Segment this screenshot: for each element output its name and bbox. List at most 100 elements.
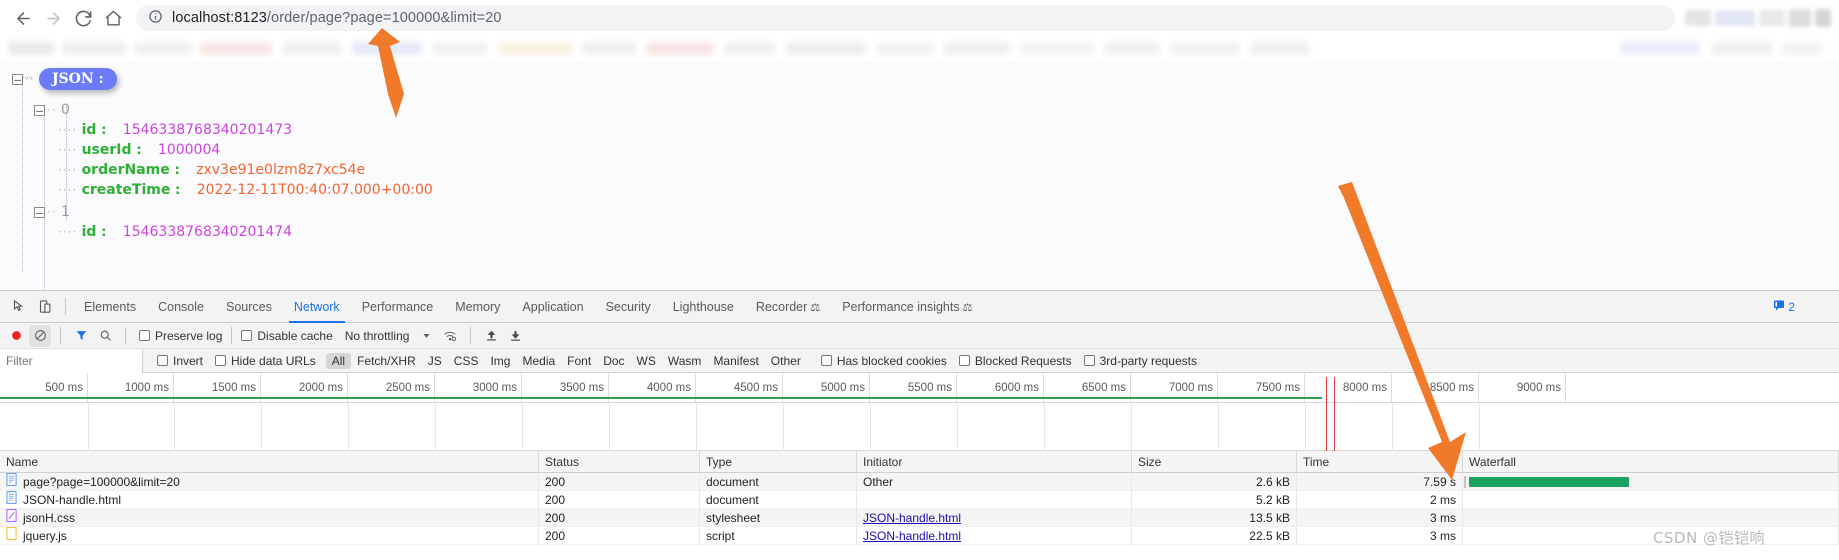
filter-type-media[interactable]: Media	[516, 353, 561, 369]
tab-recorder[interactable]: Recorder ⚖	[745, 291, 831, 323]
cell-name[interactable]: page?page=100000&limit=20	[0, 472, 539, 491]
bookmark-item[interactable]	[786, 42, 866, 55]
bookmark-item[interactable]	[944, 42, 1010, 55]
bookmark-item[interactable]	[352, 42, 422, 55]
bookmark-item[interactable]	[1020, 42, 1094, 55]
bookmark-item[interactable]	[646, 42, 714, 55]
collapse-toggle-root[interactable]: –	[12, 73, 23, 85]
reload-button[interactable]	[68, 3, 98, 33]
tab-performance-insights[interactable]: Performance insights ⚖	[831, 291, 983, 323]
tab-network[interactable]: Network	[283, 291, 351, 323]
address-bar-url: localhost:8123/order/page?page=100000&li…	[172, 10, 502, 26]
bookmark-item[interactable]	[1170, 42, 1240, 55]
table-row[interactable]: jsonH.css 200 stylesheet JSON-handle.htm…	[0, 508, 1839, 527]
column-header-time[interactable]: Time	[1297, 450, 1463, 473]
filter-type-js[interactable]: JS	[422, 353, 448, 369]
export-har-icon[interactable]	[504, 325, 526, 347]
chevron-down-icon[interactable]	[415, 325, 437, 347]
bookmark-item[interactable]	[200, 42, 272, 55]
tab-performance[interactable]: Performance	[351, 291, 445, 323]
network-overview-ruler[interactable]: 500 ms 1000 ms 1500 ms 2000 ms 2500 ms 3…	[0, 373, 1839, 403]
site-info-icon[interactable]	[148, 9, 163, 28]
initiator-link[interactable]: JSON-handle.html	[863, 529, 961, 543]
message-count-badge[interactable]: 2	[1773, 299, 1795, 314]
bookmark-item[interactable]	[1250, 42, 1310, 55]
filter-type-font[interactable]: Font	[561, 353, 597, 369]
blocked-requests-checkbox[interactable]: Blocked Requests	[958, 354, 1072, 368]
bookmark-item[interactable]	[724, 42, 776, 55]
tab-lighthouse[interactable]: Lighthouse	[662, 291, 745, 323]
wifi-settings-icon[interactable]	[439, 325, 461, 347]
collapse-toggle-0[interactable]: –	[34, 104, 45, 116]
tab-elements[interactable]: Elements	[73, 291, 147, 323]
table-row[interactable]: jquery.js 200 script JSON-handle.html 22…	[0, 526, 1839, 545]
tab-sources[interactable]: Sources	[215, 291, 283, 323]
column-header-initiator[interactable]: Initiator	[857, 450, 1132, 473]
invert-checkbox[interactable]: Invert	[157, 354, 203, 368]
filter-type-fetch-xhr[interactable]: Fetch/XHR	[351, 353, 422, 369]
bookmark-item[interactable]	[582, 42, 636, 55]
record-stop-icon[interactable]	[5, 325, 27, 347]
blurred-extension-icon[interactable]	[1759, 10, 1785, 26]
column-header-size[interactable]: Size	[1132, 450, 1297, 473]
filter-type-wasm[interactable]: Wasm	[662, 353, 708, 369]
device-toolbar-icon[interactable]	[32, 294, 58, 320]
cell-name[interactable]: JSON-handle.html	[0, 490, 539, 509]
bookmark-item[interactable]	[134, 42, 192, 55]
bookmark-item[interactable]	[1712, 42, 1772, 55]
tab-application[interactable]: Application	[511, 291, 594, 323]
column-header-type[interactable]: Type	[700, 450, 857, 473]
filter-type-css[interactable]: CSS	[448, 353, 485, 369]
blurred-avatar[interactable]	[1789, 9, 1811, 27]
hide-data-urls-checkbox[interactable]: Hide data URLs	[215, 354, 316, 368]
filter-type-doc[interactable]: Doc	[597, 353, 630, 369]
column-header-name[interactable]: Name	[0, 450, 539, 473]
filter-input[interactable]	[0, 348, 143, 373]
filter-funnel-icon[interactable]	[70, 325, 92, 347]
bookmark-item[interactable]	[62, 42, 126, 55]
cell-name[interactable]: jsonH.css	[0, 508, 539, 527]
import-har-icon[interactable]	[480, 325, 502, 347]
inspect-element-icon[interactable]	[6, 294, 32, 320]
column-header-status[interactable]: Status	[539, 450, 700, 473]
chrome-menu-button[interactable]	[1815, 9, 1831, 27]
tab-memory[interactable]: Memory	[444, 291, 511, 323]
collapse-toggle-1[interactable]: –	[34, 206, 45, 218]
filter-type-img[interactable]: Img	[484, 353, 516, 369]
timeline-gridline	[957, 403, 958, 451]
bookmark-item[interactable]	[1782, 42, 1822, 55]
bookmark-item[interactable]	[876, 42, 934, 55]
tab-console[interactable]: Console	[147, 291, 215, 323]
address-bar[interactable]: localhost:8123/order/page?page=100000&li…	[136, 5, 1675, 31]
table-row[interactable]: page?page=100000&limit=20 200 document O…	[0, 472, 1839, 491]
blurred-extension-icon[interactable]	[1685, 10, 1711, 26]
blurred-extension-icon[interactable]	[1715, 10, 1755, 26]
initiator-link[interactable]: JSON-handle.html	[863, 511, 961, 525]
bookmark-item[interactable]	[1620, 42, 1700, 55]
forward-button[interactable]	[38, 3, 68, 33]
table-row[interactable]: JSON-handle.html 200 document 5.2 kB 2 m…	[0, 490, 1839, 509]
search-icon[interactable]	[94, 325, 116, 347]
bookmark-item[interactable]	[498, 42, 572, 55]
has-blocked-cookies-checkbox[interactable]: Has blocked cookies	[820, 354, 947, 368]
preserve-log-checkbox[interactable]: Preserve log	[139, 329, 222, 343]
filter-type-manifest[interactable]: Manifest	[707, 353, 764, 369]
disable-cache-checkbox[interactable]: Disable cache	[241, 329, 333, 343]
home-button[interactable]	[98, 3, 128, 33]
clear-icon[interactable]	[29, 324, 51, 347]
devtools-settings-icon[interactable]	[1803, 294, 1829, 320]
bookmark-item[interactable]	[1104, 42, 1160, 55]
filter-type-all[interactable]: All	[325, 352, 352, 369]
filter-type-ws[interactable]: WS	[631, 353, 662, 369]
throttling-select[interactable]: No throttling	[345, 329, 410, 343]
waterfall-bar	[1469, 476, 1629, 487]
cell-name[interactable]: jquery.js	[0, 526, 539, 545]
bookmark-item[interactable]	[432, 42, 488, 55]
filter-type-other[interactable]: Other	[765, 353, 807, 369]
tab-security[interactable]: Security	[595, 291, 662, 323]
column-header-waterfall[interactable]: Waterfall	[1463, 450, 1839, 473]
bookmark-item[interactable]	[8, 42, 54, 55]
back-button[interactable]	[8, 3, 38, 33]
bookmark-item[interactable]	[282, 42, 342, 55]
third-party-requests-checkbox[interactable]: 3rd-party requests	[1083, 354, 1197, 368]
